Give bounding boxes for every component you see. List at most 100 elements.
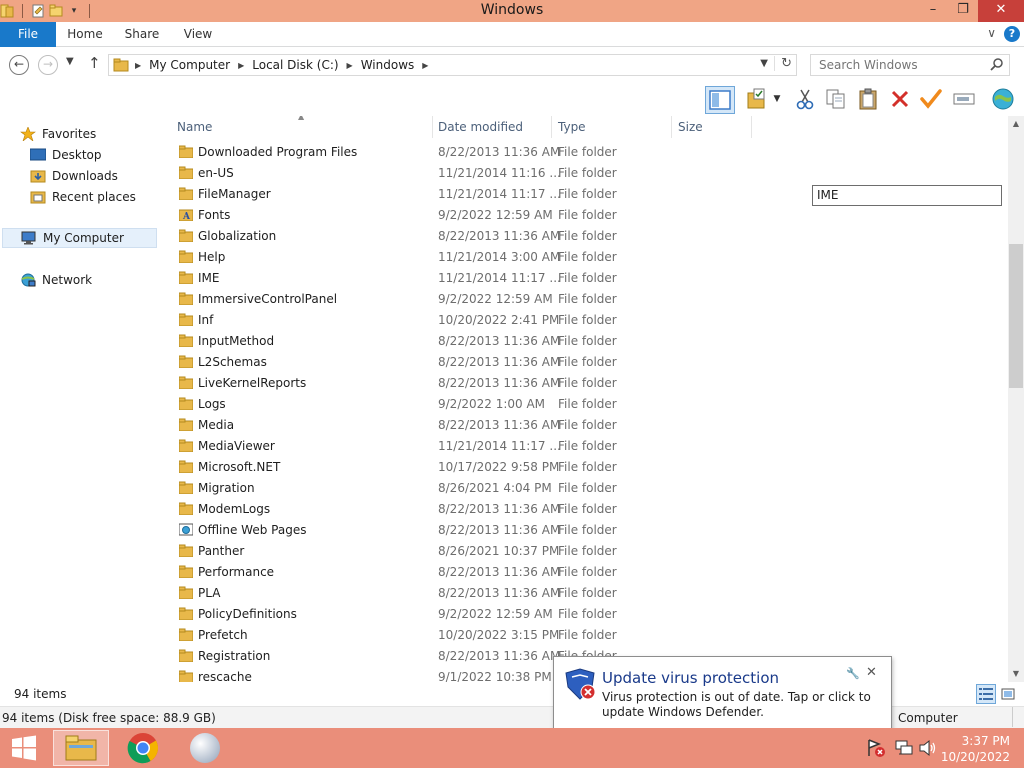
nav-favorites[interactable]: Favorites	[20, 124, 176, 144]
copy-icon[interactable]	[823, 86, 849, 112]
rename-textbox[interactable]: IME	[812, 185, 1002, 206]
search-input[interactable]	[811, 55, 981, 75]
table-row[interactable]: Offline Web Pages 8/22/2013 11:36 AM File …	[160, 520, 1008, 541]
file-name[interactable]: ImmersiveControlPanel	[198, 292, 337, 306]
breadcrumb-local-disk[interactable]: Local Disk (C:)	[246, 58, 344, 72]
file-name[interactable]: Fonts	[198, 208, 230, 222]
table-row[interactable]: Prefetch 10/20/2022 3:15 PM File folder	[160, 625, 1008, 646]
file-name[interactable]: InputMethod	[198, 334, 274, 348]
restore-button[interactable]: ❐	[948, 0, 978, 22]
nav-network[interactable]: Network	[20, 270, 176, 290]
table-row[interactable]: MediaViewer 11/21/2014 11:17 ... File fold…	[160, 436, 1008, 457]
details-view-button[interactable]	[976, 684, 996, 704]
file-name[interactable]: LiveKernelReports	[198, 376, 306, 390]
breadcrumb-chevron-icon[interactable]: ▶	[133, 61, 143, 70]
file-name[interactable]: Prefetch	[198, 628, 248, 642]
breadcrumb-chevron-icon[interactable]: ▶	[345, 61, 355, 70]
table-row[interactable]: ImmersiveControlPanel 9/2/2022 12:59 AM Fi…	[160, 289, 1008, 310]
notification-title[interactable]: Update virus protection	[602, 669, 779, 687]
table-row[interactable]: IME 11/21/2014 11:17 ... File folder	[160, 268, 1008, 289]
table-row[interactable]: Inf 10/20/2022 2:41 PM File folder	[160, 310, 1008, 331]
action-center-warning-icon[interactable]	[866, 738, 886, 758]
vertical-scrollbar[interactable]: ▲ ▼	[1008, 116, 1024, 682]
file-name[interactable]: Inf	[198, 313, 213, 327]
notification-close-icon[interactable]: ✕	[866, 665, 877, 680]
table-row[interactable]: PLA 8/22/2013 11:36 AM File folder	[160, 583, 1008, 604]
file-name[interactable]: L2Schemas	[198, 355, 267, 369]
file-name[interactable]: Downloaded Program Files	[198, 145, 357, 159]
back-button[interactable]: ←	[9, 55, 29, 75]
table-row[interactable]: A Fonts 9/2/2022 12:59 AM File folder	[160, 205, 1008, 226]
settings-wrench-icon[interactable]: 🔧	[846, 667, 860, 680]
file-name[interactable]: FileManager	[198, 187, 271, 201]
refresh-icon[interactable]: ↻	[774, 56, 792, 71]
table-row[interactable]: Microsoft.NET 10/17/2022 9:58 PM File fold…	[160, 457, 1008, 478]
taskbar-file-explorer[interactable]	[53, 730, 109, 766]
column-divider[interactable]	[751, 116, 752, 138]
file-name[interactable]: ModemLogs	[198, 502, 270, 516]
table-row[interactable]: Panther 8/26/2021 10:37 PM File folder	[160, 541, 1008, 562]
paste-icon[interactable]	[855, 86, 881, 112]
start-button[interactable]	[0, 730, 48, 766]
search-box[interactable]	[810, 54, 1010, 76]
file-name[interactable]: rescache	[198, 670, 252, 682]
address-bar[interactable]: ▶ My Computer ▶ Local Disk (C:) ▶ Window…	[108, 54, 797, 76]
table-row[interactable]: Media 8/22/2013 11:36 AM File folder	[160, 415, 1008, 436]
file-name[interactable]: Registration	[198, 649, 270, 663]
close-button[interactable]: ✕	[978, 0, 1024, 22]
file-name[interactable]: Logs	[198, 397, 226, 411]
clock[interactable]: 3:37 PM 10/20/2022	[941, 733, 1010, 765]
select-dropdown-icon[interactable]: ▼	[770, 86, 784, 112]
file-name[interactable]: MediaViewer	[198, 439, 275, 453]
checkmark-icon[interactable]	[918, 86, 944, 112]
table-row[interactable]: Downloaded Program Files 8/22/2013 11:36 …	[160, 142, 1008, 163]
file-name[interactable]: IME	[198, 271, 219, 285]
notification-balloon[interactable]: Update virus protection 🔧 ✕ Virus protec…	[553, 656, 892, 739]
rename-icon[interactable]	[951, 86, 977, 112]
column-header-size[interactable]: Size	[661, 116, 741, 138]
table-row[interactable]: L2Schemas 8/22/2013 11:36 AM File folder	[160, 352, 1008, 373]
delete-icon[interactable]	[887, 86, 913, 112]
help-icon[interactable]: ?	[1004, 26, 1020, 42]
tab-home[interactable]: Home	[62, 22, 108, 47]
volume-icon[interactable]	[918, 738, 938, 758]
scroll-up-icon[interactable]: ▲	[1008, 116, 1024, 132]
tab-file[interactable]: File	[0, 22, 56, 47]
table-row[interactable]: Logs 9/2/2022 1:00 AM File folder	[160, 394, 1008, 415]
scroll-down-icon[interactable]: ▼	[1008, 666, 1024, 682]
preview-pane-button[interactable]	[705, 86, 735, 114]
network-tray-icon[interactable]	[894, 738, 914, 758]
tab-view[interactable]: View	[176, 22, 220, 47]
minimize-button[interactable]: –	[918, 0, 948, 22]
select-all-icon[interactable]	[744, 86, 770, 112]
column-header-name[interactable]: Name	[160, 116, 432, 138]
file-name[interactable]: Help	[198, 250, 225, 264]
table-row[interactable]: Globalization 8/22/2013 11:36 AM File fold…	[160, 226, 1008, 247]
taskbar-app-sphere[interactable]	[177, 730, 233, 766]
breadcrumb-windows[interactable]: Windows	[355, 58, 421, 72]
table-row[interactable]: InputMethod 8/22/2013 11:36 AM File folder	[160, 331, 1008, 352]
taskbar-chrome[interactable]	[115, 730, 171, 766]
breadcrumb-my-computer[interactable]: My Computer	[143, 58, 236, 72]
table-row[interactable]: PolicyDefinitions 9/2/2022 12:59 AM File f…	[160, 604, 1008, 625]
search-icon[interactable]	[990, 57, 1004, 74]
breadcrumb-chevron-icon[interactable]: ▶	[236, 61, 246, 70]
notification-message[interactable]: Virus protection is out of date. Tap or …	[602, 690, 886, 720]
up-button[interactable]: ↑	[88, 54, 101, 72]
breadcrumb-chevron-icon[interactable]: ▶	[420, 61, 430, 70]
file-name[interactable]: Performance	[198, 565, 274, 579]
cut-icon[interactable]	[792, 86, 818, 112]
file-name[interactable]: Media	[198, 418, 234, 432]
file-name[interactable]: PolicyDefinitions	[198, 607, 297, 621]
file-name[interactable]: en-US	[198, 166, 234, 180]
table-row[interactable]: Migration 8/26/2021 4:04 PM File folder	[160, 478, 1008, 499]
resize-grip[interactable]	[1012, 707, 1022, 727]
table-row[interactable]: LiveKernelReports 8/22/2013 11:36 AM File …	[160, 373, 1008, 394]
file-name[interactable]: Microsoft.NET	[198, 460, 280, 474]
scroll-thumb[interactable]	[1009, 244, 1023, 389]
column-header-date[interactable]: Date modified	[421, 116, 551, 138]
address-dropdown-icon[interactable]: ▼	[760, 58, 768, 69]
column-header-type[interactable]: Type	[541, 116, 671, 138]
forward-button[interactable]: →	[38, 55, 58, 75]
recent-locations-dropdown-icon[interactable]: ▼	[66, 56, 74, 67]
